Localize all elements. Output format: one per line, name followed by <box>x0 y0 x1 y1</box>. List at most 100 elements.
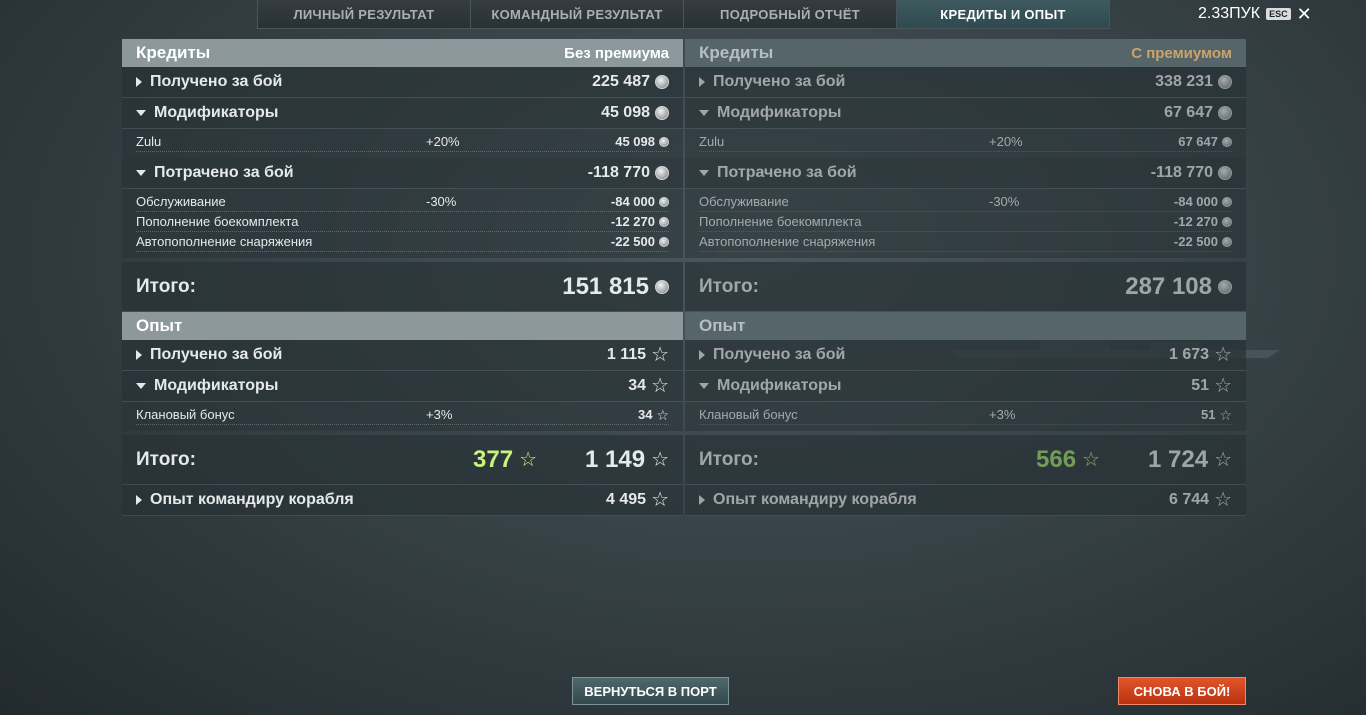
expense-name: Автопополнение снаряжения <box>699 234 876 249</box>
tab-detailed-report[interactable]: ПОДРОБНЫЙ ОТЧЁТ <box>684 0 897 28</box>
credits-total-value: 287 108 <box>1125 272 1212 300</box>
credits-earned-row[interactable]: Получено за бой 225 487 <box>122 67 683 98</box>
credits-spent-row[interactable]: Потрачено за бой -118 770 <box>685 158 1246 189</box>
expand-arrow-icon <box>699 495 705 505</box>
collapse-arrow-icon <box>136 383 146 389</box>
xp-earned-label: Получено за бой <box>713 346 846 363</box>
credits-earned-label: Получено за бой <box>150 73 283 90</box>
credits-spent-details: Обслуживание -30% -84 000 Пополнение бое… <box>685 189 1246 258</box>
credits-total-row: Итого: 287 108 <box>685 262 1246 312</box>
xp-star-icon: ☆ <box>1214 375 1232 397</box>
top-right-controls: 2.33ПУК ESC ✕ <box>1198 5 1312 23</box>
xp-total-value: 1 149 <box>585 445 646 473</box>
credits-modifiers-label: Модификаторы <box>717 104 842 121</box>
expense-row: Обслуживание -30% -84 000 <box>136 192 669 212</box>
panel-without-premium: Кредиты Без премиума Получено за бой 225… <box>122 39 683 516</box>
xp-total-label: Итого: <box>699 448 759 470</box>
xp-earned-value: 1 115 <box>606 346 647 363</box>
expense-value: -84 000 <box>1173 194 1218 209</box>
modifier-row: Клановый бонус +3% 51 ☆ <box>699 405 1232 425</box>
credits-modifiers-value: 45 098 <box>601 104 650 121</box>
credits-coin-icon <box>655 166 669 180</box>
credits-header: Кредиты С премиумом <box>685 39 1246 67</box>
xp-modifiers-value: 51 <box>1191 377 1210 394</box>
xp-modifiers-row[interactable]: Модификаторы 34 ☆ <box>122 371 683 402</box>
credits-header: Кредиты Без премиума <box>122 39 683 67</box>
credits-spent-value: -118 770 <box>1150 164 1213 181</box>
return-to-port-button[interactable]: ВЕРНУТЬСЯ В ПОРТ <box>572 677 729 705</box>
expense-row: Автопополнение снаряжения -22 500 <box>136 232 669 252</box>
credits-total-label: Итого: <box>136 275 196 297</box>
credits-coin-icon <box>1218 166 1232 180</box>
modifier-row: Zulu +20% 67 647 <box>699 132 1232 152</box>
expense-value: -22 500 <box>1173 234 1218 249</box>
xp-modifiers-label: Модификаторы <box>717 377 842 394</box>
expand-arrow-icon <box>136 77 142 87</box>
modifier-value: 67 647 <box>1178 134 1218 149</box>
expand-arrow-icon <box>136 350 142 360</box>
xp-earned-row[interactable]: Получено за бой 1 673 ☆ <box>685 340 1246 371</box>
expand-arrow-icon <box>699 77 705 87</box>
commander-xp-row[interactable]: Опыт командиру корабля 4 495 ☆ <box>122 485 683 516</box>
xp-earned-label: Получено за бой <box>150 346 283 363</box>
credits-coin-icon <box>1218 106 1232 120</box>
results-tabbar: ЛИЧНЫЙ РЕЗУЛЬТАТ КОМАНДНЫЙ РЕЗУЛЬТАТ ПОД… <box>257 0 1110 29</box>
xp-modifiers-details: Клановый бонус +3% 51 ☆ <box>685 402 1246 431</box>
credits-total-label: Итого: <box>699 275 759 297</box>
credits-modifiers-row[interactable]: Модификаторы 45 098 <box>122 98 683 129</box>
tab-team-result[interactable]: КОМАНДНЫЙ РЕЗУЛЬТАТ <box>471 0 684 28</box>
xp-bonus-value: 377 <box>473 445 514 473</box>
collapse-arrow-icon <box>136 170 146 176</box>
expense-percent: -30% <box>426 194 457 209</box>
esc-key-badge: ESC <box>1266 8 1291 20</box>
credits-modifiers-details: Zulu +20% 67 647 <box>685 129 1246 158</box>
modifier-value: 51 <box>1200 407 1216 422</box>
credits-coin-icon <box>1222 196 1232 207</box>
xp-header: Опыт <box>685 312 1246 340</box>
expense-row: Пополнение боекомплекта -12 270 <box>699 212 1232 232</box>
collapse-arrow-icon <box>699 110 709 116</box>
modifier-name: Zulu <box>136 134 162 149</box>
xp-header: Опыт <box>122 312 683 340</box>
tab-personal-result[interactable]: ЛИЧНЫЙ РЕЗУЛЬТАТ <box>258 0 471 28</box>
xp-total-row: Итого: 377 ☆ 1 149 ☆ <box>122 435 683 485</box>
expense-name: Обслуживание <box>136 194 226 209</box>
xp-bonus-value: 566 <box>1036 445 1077 473</box>
xp-modifiers-row[interactable]: Модификаторы 51 ☆ <box>685 371 1246 402</box>
expense-row: Автопополнение снаряжения -22 500 <box>699 232 1232 252</box>
expand-arrow-icon <box>699 350 705 360</box>
credits-earned-value: 338 231 <box>1155 73 1213 90</box>
credits-coin-icon <box>1222 236 1232 247</box>
modifier-name: Клановый бонус <box>699 407 798 422</box>
commander-xp-row[interactable]: Опыт командиру корабля 6 744 ☆ <box>685 485 1246 516</box>
xp-star-icon: ☆ <box>1214 344 1232 366</box>
battle-again-button[interactable]: СНОВА В БОЙ! <box>1118 677 1246 705</box>
credits-coin-icon <box>1222 136 1232 147</box>
commander-xp-label: Опыт командиру корабля <box>713 491 917 508</box>
credits-modifiers-row[interactable]: Модификаторы 67 647 <box>685 98 1246 129</box>
modifier-value: 34 <box>637 407 653 422</box>
credits-spent-row[interactable]: Потрачено за бой -118 770 <box>122 158 683 189</box>
xp-star-icon: ☆ <box>651 489 669 511</box>
credits-coin-icon <box>655 75 669 89</box>
collapse-arrow-icon <box>699 383 709 389</box>
modifier-percent: +3% <box>426 407 453 422</box>
xp-bonus-star-icon: ☆ <box>519 448 537 471</box>
credits-coin-icon <box>659 236 669 247</box>
expense-name: Обслуживание <box>699 194 789 209</box>
commander-xp-value: 4 495 <box>606 491 647 508</box>
credits-earned-row[interactable]: Получено за бой 338 231 <box>685 67 1246 98</box>
close-icon[interactable]: ✕ <box>1297 5 1312 23</box>
modifier-row: Клановый бонус +3% 34 ☆ <box>136 405 669 425</box>
credits-total-value: 151 815 <box>562 272 649 300</box>
tab-credits-and-xp[interactable]: КРЕДИТЫ И ОПЫТ <box>897 0 1109 28</box>
expense-row: Пополнение боекомплекта -12 270 <box>136 212 669 232</box>
credits-spent-label: Потрачено за бой <box>154 164 294 181</box>
credits-earned-label: Получено за бой <box>713 73 846 90</box>
modifier-row: Zulu +20% 45 098 <box>136 132 669 152</box>
credits-modifiers-value: 67 647 <box>1164 104 1213 121</box>
credits-spent-label: Потрачено за бой <box>717 164 857 181</box>
expand-arrow-icon <box>136 495 142 505</box>
xp-star-icon: ☆ <box>651 375 669 397</box>
xp-earned-row[interactable]: Получено за бой 1 115 ☆ <box>122 340 683 371</box>
